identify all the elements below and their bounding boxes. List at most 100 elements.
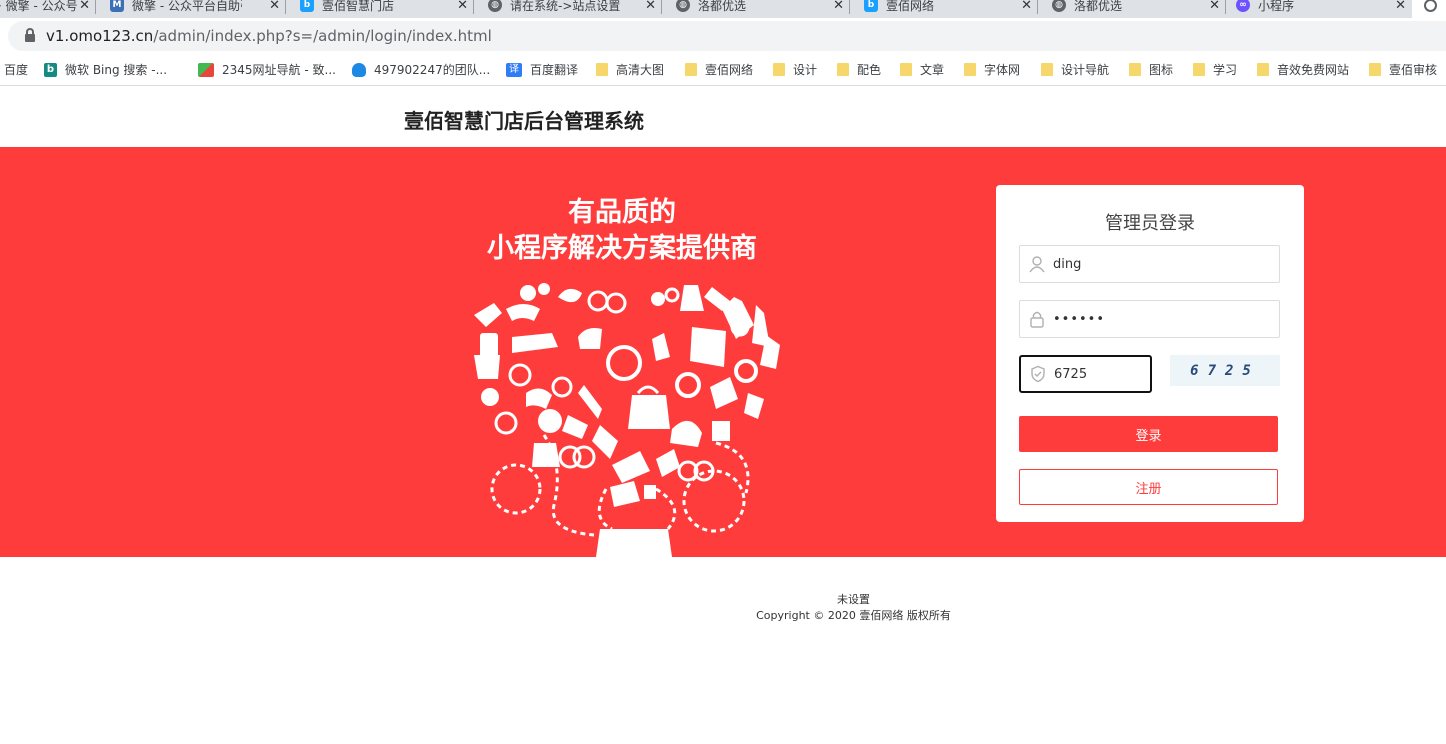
bookmark-label: 高清大图 [616,63,665,77]
browser-tab[interactable]: b 壹佰网络 ✕ [850,0,1038,16]
shield-icon [1031,365,1045,383]
bing-icon: b [44,62,57,77]
bookmark-label: 配色 [857,63,882,77]
tab-title: 洛都优选 [698,0,747,13]
tab-title: 壹佰网络 [886,0,935,13]
folder-icon [900,63,912,76]
folder-icon [1041,63,1053,76]
footer-site-name: 未设置 [837,593,870,606]
close-icon[interactable]: ✕ [457,0,468,13]
lock-icon[interactable] [25,28,35,42]
bookmark-label: 2345网址导航 - 致... [222,63,336,77]
bookmark-label: 百度翻译 [530,63,579,77]
browser-tab[interactable]: · 微擎 - 公众号 ✕ [0,0,96,16]
tab-title: 请在系统->站点设置里 [510,0,620,13]
bookmark-label: 字体网 [984,63,1021,77]
active-tab[interactable] [1412,0,1446,18]
qq-penguin-icon [352,62,366,77]
bookmark-label: 壹佰网络 [705,63,754,77]
bookmark-folder[interactable]: 配色 [837,61,881,78]
folder-icon [1193,63,1205,76]
captcha-field[interactable] [1019,355,1152,393]
address-bar[interactable]: v1.omo123.cn/admin/index.php?s=/admin/lo… [8,21,1446,51]
shopping-heart-illustration [474,283,780,557]
url-text[interactable]: v1.omo123.cn/admin/index.php?s=/admin/lo… [46,27,492,45]
captcha-input[interactable] [1054,366,1144,382]
password-input[interactable] [1053,311,1253,327]
tab-title: 微擎 - 公众平台自助引擎 [132,0,242,13]
bookmark-folder[interactable]: 字体网 [964,61,1020,78]
translate-icon: 译 [506,62,522,77]
username-input[interactable] [1053,256,1253,272]
browser-tab[interactable]: ◍ 请在系统->站点设置里 ✕ [474,0,662,16]
bookmark-folder[interactable]: 学习 [1193,61,1237,78]
bookmark-label: 497902247的团队... [374,63,491,77]
captcha-image[interactable]: 6725 [1170,355,1280,386]
globe-icon: ◍ [676,0,690,12]
close-icon[interactable]: ✕ [269,0,280,13]
bookmark-folder[interactable]: 高清大图 [596,61,664,78]
slogan-line-1: 有品质的 [568,197,676,228]
bookmark-item[interactable]: b 微软 Bing 搜索 -... [44,61,167,78]
bookmark-folder[interactable]: 壹佰网络 [685,61,753,78]
url-path: /admin/index.php?s=/admin/login/index.ht… [153,27,492,45]
browser-tab-strip: · 微擎 - 公众号 ✕ M 微擎 - 公众平台自助引擎 ✕ b 壹佰智慧门店 … [0,0,1446,18]
system-title: 壹佰智慧门店后台管理系统 [404,109,644,133]
folder-icon [837,63,849,76]
lock-icon [1030,311,1044,328]
folder-icon [1129,63,1141,76]
url-host: v1.omo123.cn [46,27,154,45]
login-card: 管理员登录 6725 登录 注册 [996,185,1304,522]
bookmark-label: 微软 Bing 搜索 -... [65,63,168,77]
bookmark-folder[interactable]: 音效免费网站 [1257,61,1349,78]
bookmark-item[interactable]: 2345网址导航 - 致... [198,61,336,78]
browser-tab[interactable]: ◍ 洛都优选 ✕ [662,0,850,16]
page-footer: 未设置 Copyright © 2020 壹佰网络 版权所有 [0,592,1446,624]
bookmark-folder[interactable]: 文章 [900,61,944,78]
globe-icon [1424,0,1437,12]
slogan-line-2: 小程序解决方案提供商 [487,233,757,264]
password-field[interactable] [1019,300,1280,338]
browser-tab[interactable]: ∞ 小程序 ✕ [1226,0,1412,16]
folder-icon [964,63,976,76]
tab-title: 小程序 [1258,0,1295,13]
login-title: 管理员登录 [1105,213,1195,234]
username-field[interactable] [1019,245,1280,283]
page-header: 壹佰智慧门店后台管理系统 [0,87,1446,147]
bookmark-label: 音效免费网站 [1277,63,1350,77]
bookmarks-bar: 百度 b 微软 Bing 搜索 -... 2345网址导航 - 致... 497… [0,54,1446,86]
close-icon[interactable]: ✕ [833,0,844,13]
close-icon[interactable]: ✕ [79,0,90,13]
bookmark-label: 壹佰审核 [1389,63,1438,77]
baidu-paw-icon: b [300,0,314,12]
bookmark-item[interactable]: 译 百度翻译 [506,61,578,78]
browser-tab[interactable]: M 微擎 - 公众平台自助引擎 ✕ [96,0,286,16]
hero-slogan: 有品质的 小程序解决方案提供商 [450,195,794,267]
bookmark-item[interactable]: 百度 [4,61,28,78]
browser-tab[interactable]: b 壹佰智慧门店 ✕ [286,0,474,16]
login-button[interactable]: 登录 [1019,416,1278,452]
baidu-paw-icon: b [864,0,878,12]
weiqing-icon: M [110,0,124,12]
browser-tab[interactable]: ◍ 洛都优选 ✕ [1038,0,1226,16]
bookmark-folder[interactable]: 设计 [773,61,817,78]
bookmark-folder[interactable]: 图标 [1129,61,1173,78]
tab-title: 壹佰智慧门店 [322,0,395,13]
folder-icon [773,63,785,76]
bookmark-folder[interactable]: 设计导航 [1041,61,1109,78]
close-icon[interactable]: ✕ [1209,0,1220,13]
folder-icon [596,63,608,76]
bookmark-folder[interactable]: 壹佰审核 [1369,61,1437,78]
close-icon[interactable]: ✕ [645,0,656,13]
bookmark-label: 百度 [4,63,29,77]
miniprogram-icon: ∞ [1236,0,1250,12]
register-button[interactable]: 注册 [1019,469,1278,505]
address-bar-row: v1.omo123.cn/admin/index.php?s=/admin/lo… [0,18,1446,54]
2345-icon [198,62,214,77]
bookmark-label: 学习 [1213,63,1238,77]
folder-icon [1257,63,1269,76]
close-icon[interactable]: ✕ [1021,0,1032,13]
footer-copyright: Copyright © 2020 壹佰网络 版权所有 [756,609,951,622]
close-icon[interactable]: ✕ [1395,0,1406,13]
bookmark-item[interactable]: 497902247的团队... [352,61,490,78]
